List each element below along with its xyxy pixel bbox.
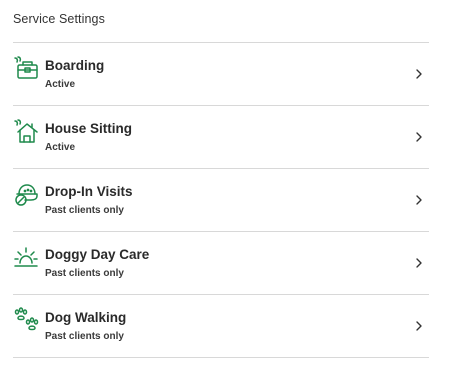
service-status: Active — [45, 79, 76, 90]
service-row-house-sitting[interactable]: House Sitting Active — [13, 106, 429, 169]
service-row-dog-walking[interactable]: Dog Walking Past clients only — [13, 295, 429, 358]
service-name: Dog Walking — [45, 310, 127, 325]
boarding-icon — [13, 55, 39, 81]
service-status: Past clients only — [45, 205, 124, 216]
chevron-right-icon — [415, 258, 423, 268]
drop-in-visits-icon — [13, 181, 39, 207]
service-row-doggy-day-care[interactable]: Doggy Day Care Past clients only — [13, 232, 429, 295]
service-name: Doggy Day Care — [45, 247, 150, 262]
service-row-drop-in-visits[interactable]: Drop-In Visits Past clients only — [13, 169, 429, 232]
house-sitting-icon — [13, 118, 39, 144]
chevron-right-icon — [415, 195, 423, 205]
dog-walking-icon — [13, 307, 39, 333]
service-name: Drop-In Visits — [45, 184, 133, 199]
chevron-right-icon — [415, 321, 423, 331]
chevron-right-icon — [415, 69, 423, 79]
service-name: Boarding — [45, 58, 105, 73]
doggy-day-care-icon — [13, 244, 39, 270]
service-row-boarding[interactable]: Boarding Active — [13, 43, 429, 106]
service-status: Past clients only — [45, 268, 124, 279]
section-title: Service Settings — [13, 12, 105, 26]
services-list: Boarding Active House Sitting Active Dro… — [13, 42, 429, 358]
service-name: House Sitting — [45, 121, 132, 136]
chevron-right-icon — [415, 132, 423, 142]
service-status: Active — [45, 142, 76, 153]
service-status: Past clients only — [45, 331, 124, 342]
